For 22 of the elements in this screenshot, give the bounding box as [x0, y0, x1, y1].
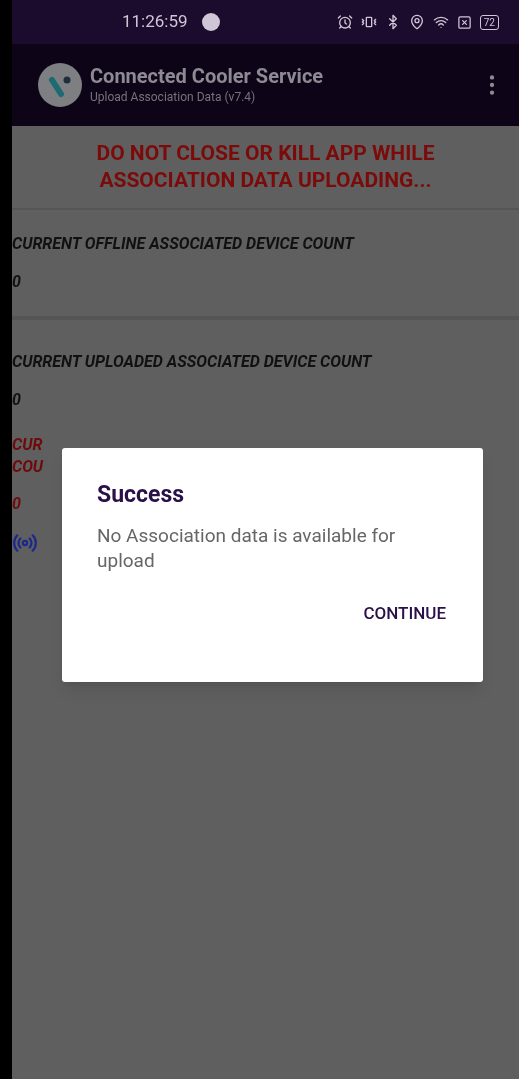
notification-box-icon: [456, 14, 472, 30]
app-logo-icon: [38, 63, 82, 107]
location-icon: [408, 14, 425, 30]
vibrate-icon: [360, 14, 377, 30]
fail-count-label: CUR: [12, 434, 43, 456]
dialog-message: No Association data is available for upload: [97, 522, 397, 573]
battery-indicator: 72: [479, 14, 499, 30]
fail-count-label: COU: [12, 456, 44, 478]
continue-button[interactable]: CONTINUE: [361, 600, 448, 626]
app-title: Connected Cooler Service: [90, 64, 324, 88]
count-label: CURRENT OFFLINE ASSOCIATED DEVICE COUNT: [12, 233, 356, 255]
alarm-icon: [336, 14, 353, 30]
count-value: 0: [12, 389, 22, 411]
warning-message: DO NOT CLOSE OR KILL APP WHILE ASSOCIATION DATA UPLOADING...: [95, 140, 436, 194]
fail-count-value: 0: [12, 493, 21, 515]
status-time: 11:26:59: [122, 10, 188, 34]
count-value: 0: [12, 271, 22, 293]
app-notification-icon: [201, 13, 220, 31]
app-subtitle: Upload Association Data (v7.4): [90, 89, 257, 106]
count-label: CURRENT UPLOADED ASSOCIATED DEVICE COUNT: [12, 351, 373, 373]
wifi-icon: [432, 14, 449, 30]
dialog-title: Success: [97, 480, 186, 510]
